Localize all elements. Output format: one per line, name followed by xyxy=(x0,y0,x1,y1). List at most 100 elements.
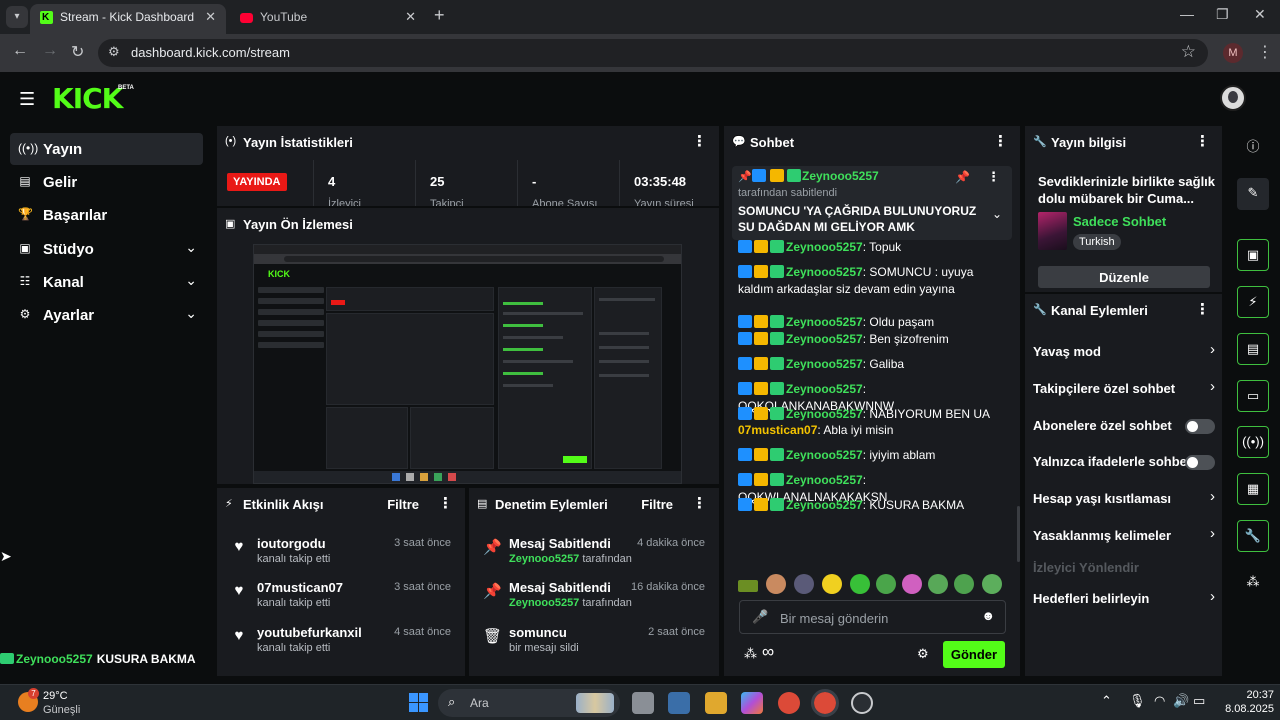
category-name[interactable]: Sadece Sohbet xyxy=(1073,214,1166,229)
emote-icon[interactable] xyxy=(902,574,922,594)
item-name[interactable]: youtubefurkanxil xyxy=(257,625,362,640)
emoji-picker-icon[interactable]: ☻ xyxy=(981,608,995,623)
microphone-icon[interactable]: 🎤 xyxy=(752,609,768,625)
obs-icon[interactable] xyxy=(851,692,873,714)
chat-username[interactable]: Zeynooo5257 xyxy=(786,407,863,421)
user-avatar[interactable] xyxy=(1220,85,1246,111)
broadcast-icon[interactable]: ((•)) xyxy=(1237,426,1269,458)
info-icon[interactable]: ⓘ xyxy=(1237,132,1269,164)
chrome-profile-icon[interactable] xyxy=(811,689,839,717)
wrench-icon[interactable]: 🔧 xyxy=(1237,520,1269,552)
stream-preview-video[interactable]: KICK xyxy=(253,244,682,484)
send-button[interactable]: Gönder xyxy=(943,641,1005,668)
toggle-switch[interactable] xyxy=(1185,419,1215,434)
chat-username[interactable]: 07mustican07 xyxy=(738,423,817,437)
battery-icon[interactable]: ▭ xyxy=(1193,693,1205,709)
edit-pencil-icon[interactable]: ✎ xyxy=(1237,178,1269,210)
chat-settings-gear-icon[interactable]: ⚙ xyxy=(917,646,929,662)
filter-button[interactable]: Filtre xyxy=(641,497,673,512)
document-icon[interactable]: ▤ xyxy=(1237,333,1269,365)
taskbar-search[interactable]: ⌕ Ara xyxy=(438,689,620,717)
chat-username[interactable]: Zeynooo5257 xyxy=(786,265,863,279)
apps-icon[interactable]: ⁂ xyxy=(1237,567,1269,599)
site-info-icon[interactable]: ⚙ xyxy=(108,44,120,60)
channel-points-icon[interactable]: ⁂ xyxy=(744,646,757,662)
more-options-icon[interactable]: ⋮ xyxy=(993,132,1008,150)
close-tab-icon[interactable]: ✕ xyxy=(205,4,216,30)
emote-icon[interactable] xyxy=(850,574,870,594)
maximize-icon[interactable]: ❐ xyxy=(1216,6,1229,23)
sidebar-item-studyo[interactable]: ▣ Stüdyo ⌄ xyxy=(10,233,203,265)
more-options-icon[interactable]: ⋮ xyxy=(1195,300,1210,318)
pinned-message[interactable]: 📌 Zeynooo5257 tarafından sabitlendi SOMU… xyxy=(732,166,1012,240)
pinned-username[interactable]: Zeynooo5257 xyxy=(802,169,879,183)
toggle-switch[interactable] xyxy=(1185,455,1215,470)
channel-action-row[interactable]: Takipçilere özel sohbet › xyxy=(1033,375,1215,403)
browser-menu-icon[interactable]: ⋮ xyxy=(1257,42,1273,62)
chat-username[interactable]: Zeynooo5257 xyxy=(786,240,863,254)
more-options-icon[interactable]: ⋮ xyxy=(692,132,707,150)
emote-icon[interactable] xyxy=(794,574,814,594)
sidebar-item-ayarlar[interactable]: ⚙ Ayarlar ⌄ xyxy=(10,299,203,331)
windows-start-icon[interactable] xyxy=(409,693,428,712)
tab-search-button[interactable]: ▾ xyxy=(6,6,28,28)
browser-profile-avatar[interactable]: M xyxy=(1223,43,1243,63)
emote-icon[interactable] xyxy=(954,574,974,594)
channel-action-row[interactable]: Yalnızca ifadelerle sohbet xyxy=(1033,448,1215,476)
tray-overflow-icon[interactable]: ⌃ xyxy=(1101,693,1112,709)
chat-username[interactable]: Zeynooo5257 xyxy=(786,498,863,512)
item-name[interactable]: 07mustican07 xyxy=(257,580,343,595)
file-explorer-icon[interactable] xyxy=(705,692,727,714)
more-options-icon[interactable]: ⋮ xyxy=(1195,132,1210,150)
channel-action-row[interactable]: Hedefleri belirleyin › xyxy=(1033,585,1215,613)
reload-icon[interactable]: ↻ xyxy=(71,42,84,62)
sidebar-item-basarilar[interactable]: 🏆 Başarılar xyxy=(10,199,203,231)
chat-username[interactable]: Zeynooo5257 xyxy=(786,332,863,346)
back-icon[interactable]: ← xyxy=(12,42,28,60)
edit-stream-info-button[interactable]: Düzenle xyxy=(1038,266,1210,288)
more-options-icon[interactable]: ⋮ xyxy=(987,169,1000,185)
lightning-icon[interactable]: ⚡ xyxy=(1237,286,1269,318)
emote-icon[interactable] xyxy=(928,574,948,594)
chat-message-input[interactable] xyxy=(780,608,980,628)
channel-action-row[interactable]: Abonelere özel sohbet xyxy=(1033,412,1215,440)
preview-icon[interactable]: ▣ xyxy=(1237,239,1269,271)
store-icon[interactable] xyxy=(668,692,690,714)
forward-icon[interactable]: → xyxy=(42,42,58,60)
video-icon[interactable]: ▦ xyxy=(1237,473,1269,505)
emote-icon[interactable] xyxy=(982,574,1002,594)
chat-scrollbar[interactable] xyxy=(1017,506,1020,562)
copilot-icon[interactable] xyxy=(741,692,763,714)
sidebar-item-gelir[interactable]: ▤ Gelir xyxy=(10,166,203,198)
tab-kick-dashboard[interactable]: Stream - Kick Dashboard ✕ xyxy=(30,4,226,34)
chevron-down-icon[interactable]: ⌄ xyxy=(992,207,1002,221)
kick-logo[interactable]: KICK xyxy=(52,82,123,115)
tab-youtube[interactable]: YouTube ✕ xyxy=(230,4,426,34)
bookmark-star-icon[interactable]: ☆ xyxy=(1181,42,1196,62)
hamburger-menu-icon[interactable]: ☰ xyxy=(19,89,35,110)
task-view-icon[interactable] xyxy=(632,692,654,714)
emote-icon[interactable] xyxy=(766,574,786,594)
chat-username[interactable]: Zeynooo5257 xyxy=(786,315,863,329)
emote-icon[interactable] xyxy=(822,574,842,594)
microphone-icon[interactable]: 🎙 xyxy=(1129,693,1146,709)
chat-username[interactable]: Zeynooo5257 xyxy=(786,382,863,396)
chat-input-box[interactable]: 🎤 ☻ xyxy=(739,600,1006,634)
moderator-username[interactable]: Zeynooo5257 xyxy=(509,597,579,609)
item-name[interactable]: somuncu xyxy=(509,625,567,640)
chat-username[interactable]: Zeynooo5257 xyxy=(786,473,863,487)
channel-action-row[interactable]: Yavaş mod › xyxy=(1033,338,1215,366)
wifi-icon[interactable]: ◠ xyxy=(1154,693,1165,709)
moderator-username[interactable]: Zeynooo5257 xyxy=(509,553,579,565)
item-name[interactable]: ioutorgodu xyxy=(257,536,326,551)
channel-action-row[interactable]: Yasaklanmış kelimeler › xyxy=(1033,522,1215,550)
unpin-icon[interactable]: 📌 xyxy=(955,170,970,184)
taskbar-clock[interactable]: 20:37 8.08.2025 xyxy=(1218,688,1274,716)
more-options-icon[interactable]: ⋮ xyxy=(438,494,453,512)
more-options-icon[interactable]: ⋮ xyxy=(692,494,707,512)
sidebar-item-kanal[interactable]: ☷ Kanal ⌄ xyxy=(10,266,203,298)
emote-icon[interactable] xyxy=(876,574,896,594)
close-window-icon[interactable]: ✕ xyxy=(1254,6,1266,23)
chat-username[interactable]: Zeynooo5257 xyxy=(786,448,863,462)
minimize-icon[interactable]: — xyxy=(1180,6,1194,22)
